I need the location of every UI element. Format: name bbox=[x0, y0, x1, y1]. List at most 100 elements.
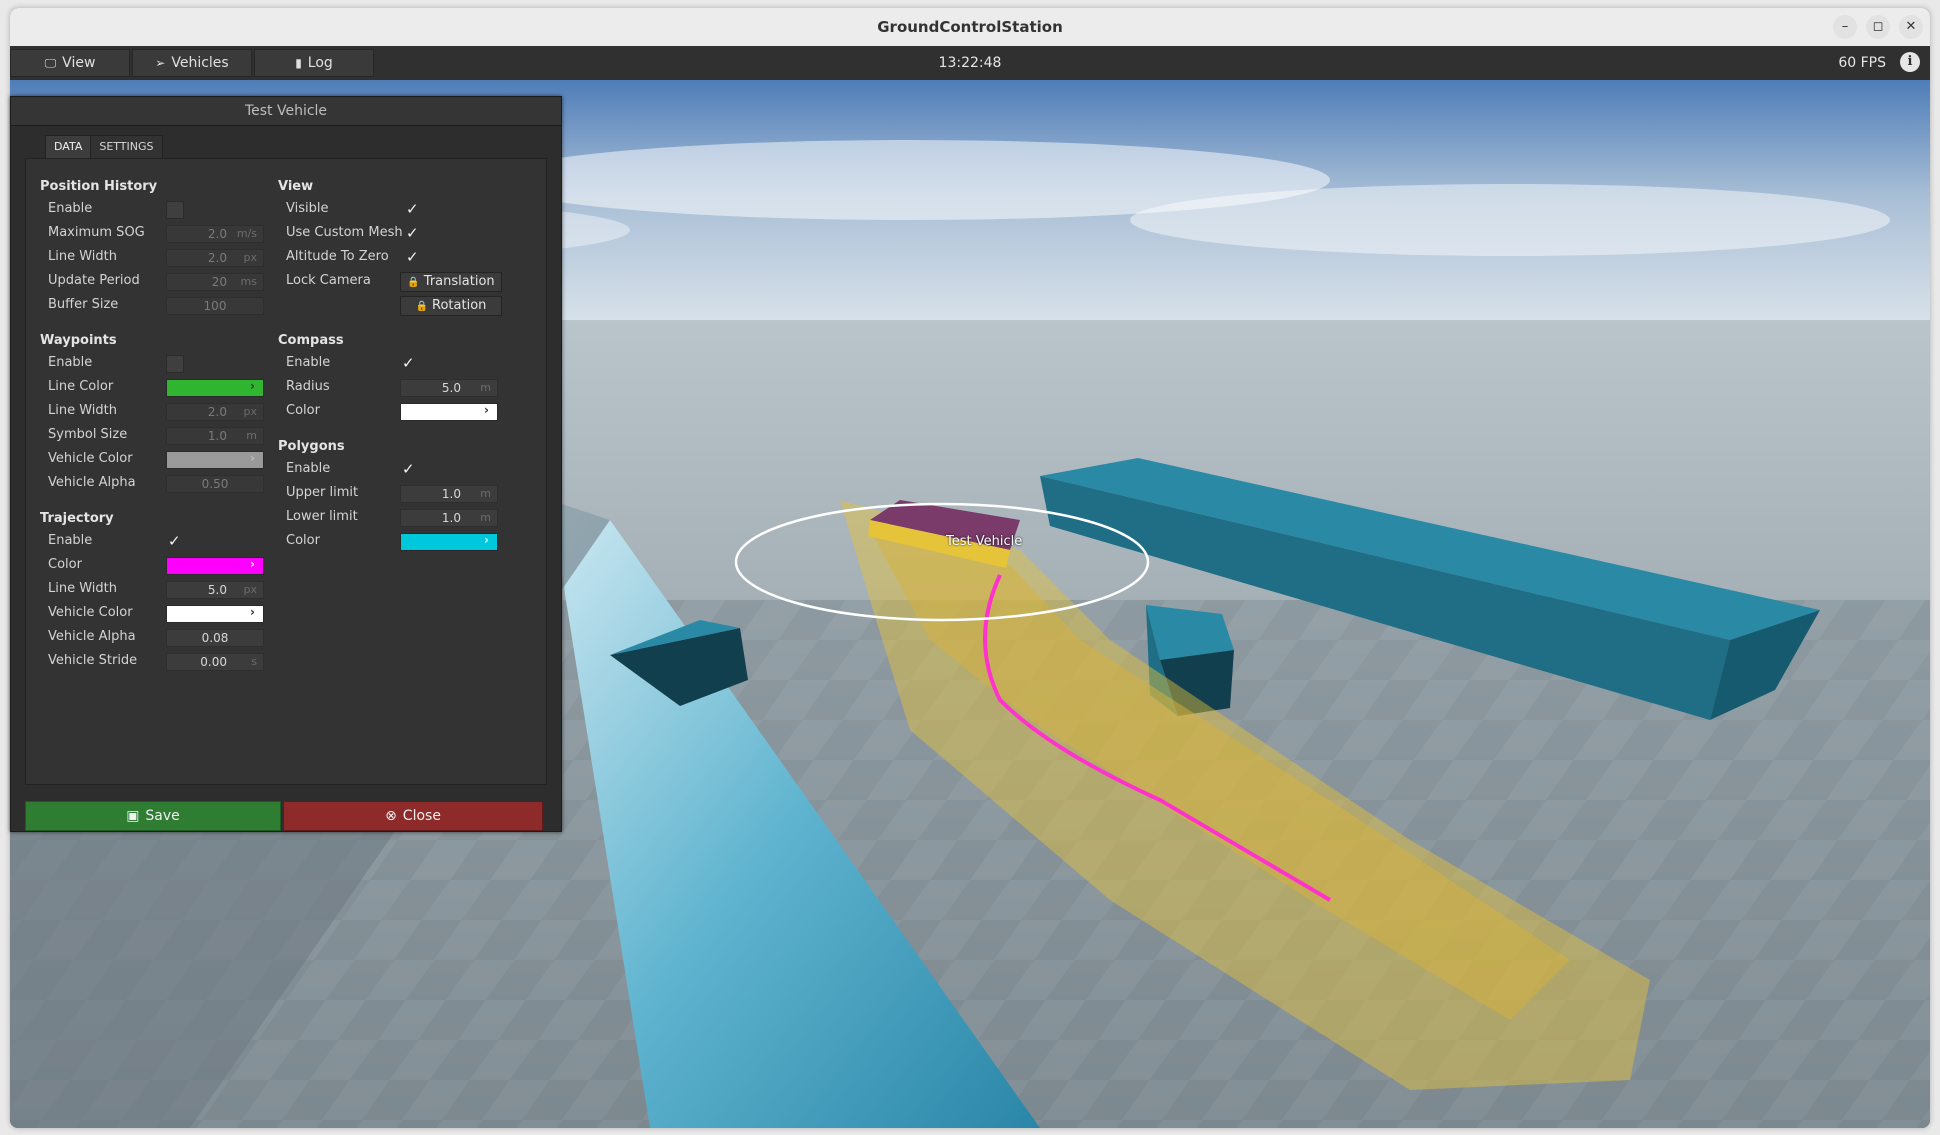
polygons-lower-field[interactable]: 1.0 m bbox=[400, 509, 498, 527]
save-label: Save bbox=[145, 808, 180, 824]
view-custom-mesh-checkbox[interactable]: ✓ bbox=[406, 225, 419, 241]
tab-bar: DATA SETTINGS bbox=[45, 135, 163, 159]
ph-buffer-size-label: Buffer Size bbox=[48, 297, 119, 312]
ph-enable-checkbox[interactable] bbox=[166, 201, 184, 219]
ph-update-period-field[interactable]: 20 ms bbox=[166, 273, 264, 291]
fps-counter: 60 FPS bbox=[1838, 55, 1886, 71]
wp-line-color-label: Line Color bbox=[48, 379, 114, 394]
maximize-button[interactable]: ◻ bbox=[1866, 15, 1890, 39]
tr-vehicle-color-label: Vehicle Color bbox=[48, 605, 133, 620]
tr-vehicle-stride-unit: s bbox=[251, 655, 257, 668]
section-position-history: Position History bbox=[40, 179, 158, 194]
ph-line-width-label: Line Width bbox=[48, 249, 117, 264]
lock-rotation-button[interactable]: 🔒 Rotation bbox=[400, 296, 502, 316]
tr-vehicle-alpha-field[interactable]: 0.08 bbox=[166, 629, 264, 647]
polygons-upper-field[interactable]: 1.0 m bbox=[400, 485, 498, 503]
minimize-icon: – bbox=[1841, 19, 1849, 34]
section-waypoints: Waypoints bbox=[40, 333, 117, 348]
close-window-button[interactable]: ✕ bbox=[1899, 15, 1923, 39]
tr-enable-label: Enable bbox=[48, 533, 93, 548]
ph-update-period-label: Update Period bbox=[48, 273, 140, 288]
tr-line-width-value: 5.0 bbox=[207, 583, 227, 597]
tr-vehicle-stride-label: Vehicle Stride bbox=[48, 653, 138, 668]
ph-max-sog-value: 2.0 bbox=[207, 227, 227, 241]
tr-line-width-field[interactable]: 5.0 px bbox=[166, 581, 264, 599]
compass-enable-label: Enable bbox=[286, 355, 331, 370]
view-visible-checkbox[interactable]: ✓ bbox=[406, 201, 419, 217]
tr-vehicle-color-swatch[interactable]: › bbox=[166, 605, 264, 623]
polygons-lower-value: 1.0 bbox=[441, 511, 461, 525]
wp-vehicle-color-swatch[interactable]: › bbox=[166, 451, 264, 469]
tr-line-width-unit: px bbox=[243, 583, 258, 596]
chevron-right-icon: › bbox=[484, 533, 489, 547]
wp-line-width-field[interactable]: 2.0 px bbox=[166, 403, 264, 421]
polygons-color-swatch[interactable]: › bbox=[400, 533, 498, 551]
tr-color-label: Color bbox=[48, 557, 82, 572]
chevron-right-icon: › bbox=[250, 379, 255, 393]
clock-display: 13:22:48 bbox=[938, 55, 1002, 71]
tr-enable-checkbox[interactable]: ✓ bbox=[168, 533, 181, 549]
lock-icon: 🔒 bbox=[415, 301, 429, 312]
floppy-disk-icon: ▣ bbox=[126, 808, 140, 824]
ph-update-period-value: 20 bbox=[211, 275, 227, 289]
ph-line-width-unit: px bbox=[243, 251, 258, 264]
ph-line-width-value: 2.0 bbox=[207, 251, 227, 265]
view-alt-zero-checkbox[interactable]: ✓ bbox=[406, 249, 419, 265]
polygons-upper-value: 1.0 bbox=[441, 487, 461, 501]
tr-vehicle-stride-value: 0.00 bbox=[200, 655, 227, 669]
view-lock-camera-label: Lock Camera bbox=[286, 273, 371, 288]
compass-radius-field[interactable]: 5.0 m bbox=[400, 379, 498, 397]
wp-symbol-size-label: Symbol Size bbox=[48, 427, 128, 442]
tab-settings[interactable]: SETTINGS bbox=[90, 135, 163, 159]
vehicle-label: Test Vehicle bbox=[946, 534, 1023, 549]
ph-enable-label: Enable bbox=[48, 201, 93, 216]
wp-line-width-value: 2.0 bbox=[207, 405, 227, 419]
window-title: GroundControlStation bbox=[877, 18, 1063, 36]
tab-data[interactable]: DATA bbox=[45, 135, 92, 159]
close-icon: ✕ bbox=[1905, 19, 1917, 34]
menu-bar: 🖵 View ➢ Vehicles ▮ Log 13:22:48 60 FPS i bbox=[10, 46, 1930, 81]
save-button[interactable]: ▣ Save bbox=[25, 801, 281, 831]
wp-line-color-swatch[interactable]: › bbox=[166, 379, 264, 397]
wp-enable-checkbox[interactable] bbox=[166, 355, 184, 373]
tr-line-width-label: Line Width bbox=[48, 581, 117, 596]
compass-enable-checkbox[interactable]: ✓ bbox=[402, 355, 415, 371]
wp-line-width-label: Line Width bbox=[48, 403, 117, 418]
minimize-button[interactable]: – bbox=[1833, 15, 1857, 39]
wp-enable-label: Enable bbox=[48, 355, 93, 370]
close-circle-icon: ⊗ bbox=[385, 808, 397, 824]
lock-rotation-label: Rotation bbox=[432, 298, 487, 313]
vehicle-panel: Test Vehicle DATA SETTINGS Position Histo… bbox=[10, 96, 562, 832]
chevron-right-icon: › bbox=[484, 403, 489, 417]
close-button[interactable]: ⊗ Close bbox=[283, 801, 543, 831]
tr-color-swatch[interactable]: › bbox=[166, 557, 264, 575]
polygons-upper-label: Upper limit bbox=[286, 485, 359, 500]
wp-vehicle-alpha-value: 0.50 bbox=[201, 477, 229, 491]
wp-line-width-unit: px bbox=[243, 405, 258, 418]
ph-line-width-field[interactable]: 2.0 px bbox=[166, 249, 264, 267]
ph-buffer-size-field[interactable]: 100 bbox=[166, 297, 264, 315]
wp-symbol-size-field[interactable]: 1.0 m bbox=[166, 427, 264, 445]
title-bar: GroundControlStation – ◻ ✕ bbox=[10, 8, 1930, 47]
view-visible-label: Visible bbox=[286, 201, 329, 216]
ph-max-sog-field[interactable]: 2.0 m/s bbox=[166, 225, 264, 243]
section-view: View bbox=[278, 179, 314, 194]
wp-symbol-size-unit: m bbox=[246, 429, 257, 442]
chevron-right-icon: › bbox=[250, 557, 255, 571]
polygons-upper-unit: m bbox=[480, 487, 491, 500]
wp-vehicle-alpha-field[interactable]: 0.50 bbox=[166, 475, 264, 493]
tr-vehicle-stride-field[interactable]: 0.00 s bbox=[166, 653, 264, 671]
ph-max-sog-unit: m/s bbox=[236, 227, 257, 240]
section-trajectory: Trajectory bbox=[40, 511, 114, 526]
ph-update-period-unit: ms bbox=[240, 275, 257, 288]
wp-symbol-size-value: 1.0 bbox=[207, 429, 227, 443]
compass-color-swatch[interactable]: › bbox=[400, 403, 498, 421]
lock-translation-button[interactable]: 🔒 Translation bbox=[400, 272, 502, 292]
polygons-enable-checkbox[interactable]: ✓ bbox=[402, 461, 415, 477]
panel-title: Test Vehicle bbox=[11, 97, 561, 126]
info-icon[interactable]: i bbox=[1900, 52, 1920, 72]
view-alt-zero-label: Altitude To Zero bbox=[286, 249, 389, 264]
polygons-lower-unit: m bbox=[480, 511, 491, 524]
wp-vehicle-color-label: Vehicle Color bbox=[48, 451, 133, 466]
compass-radius-label: Radius bbox=[286, 379, 330, 394]
